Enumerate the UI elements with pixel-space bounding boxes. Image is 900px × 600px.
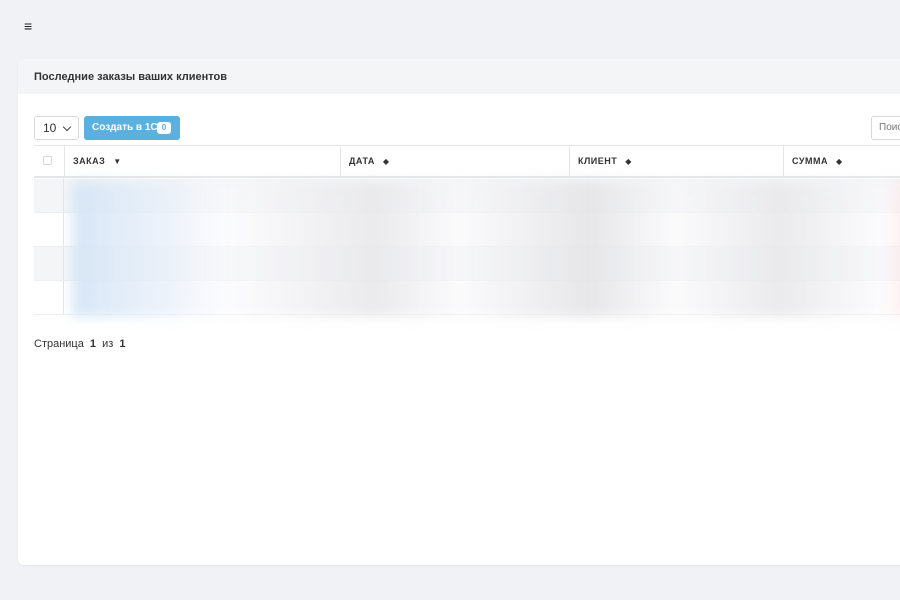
pagination-current: 1 <box>89 338 97 350</box>
chevron-down-icon <box>62 122 72 132</box>
page-length-select[interactable]: 10 <box>34 116 79 140</box>
create-button-label: Создать в 1С <box>92 122 158 133</box>
column-order-label: ЗАКАЗ <box>73 156 106 166</box>
pagination-prefix: Страница <box>34 338 84 350</box>
row-select-cell[interactable] <box>34 213 64 246</box>
top-bar: ≡ <box>0 0 900 52</box>
hamburger-icon[interactable]: ≡ <box>24 18 36 34</box>
row-select-cell[interactable] <box>34 179 64 212</box>
create-in-1c-button[interactable]: Создать в 1С 0 <box>84 116 180 140</box>
create-count-badge: 0 <box>157 122 171 134</box>
column-amount[interactable]: СУММА ◆ <box>783 146 900 177</box>
card-title: Последние заказы ваших клиентов <box>34 71 227 83</box>
sort-icon: ◆ <box>382 157 390 166</box>
redacted-rows-blur <box>72 181 900 317</box>
sort-desc-icon: ▼ <box>113 157 122 166</box>
page-length-value: 10 <box>43 121 57 135</box>
pagination-info: Страница 1 из 1 <box>34 338 129 350</box>
card-header: Последние заказы ваших клиентов <box>18 59 900 94</box>
column-order[interactable]: ЗАКАЗ ▼ <box>64 146 340 177</box>
pagination-total: 1 <box>119 338 126 350</box>
column-date-label: ДАТА <box>349 156 375 166</box>
search-placeholder: Поис <box>879 122 900 133</box>
sort-icon: ◆ <box>625 157 632 166</box>
search-input[interactable]: Поис <box>871 116 900 140</box>
sort-icon: ◆ <box>836 157 843 166</box>
column-client-label: КЛИЕНТ <box>578 156 618 166</box>
pagination-separator: из <box>102 338 114 350</box>
select-all-checkbox[interactable] <box>43 156 52 165</box>
table-header: ЗАКАЗ ▼ ДАТА ◆ КЛИЕНТ ◆ СУММА ◆ <box>34 145 900 178</box>
column-client[interactable]: КЛИЕНТ ◆ <box>569 146 783 177</box>
column-amount-label: СУММА <box>792 156 828 166</box>
row-select-cell[interactable] <box>34 247 64 280</box>
column-date[interactable]: ДАТА ◆ <box>340 146 569 177</box>
select-all-header[interactable] <box>34 146 64 177</box>
row-select-cell[interactable] <box>34 281 64 314</box>
orders-table: ЗАКАЗ ▼ ДАТА ◆ КЛИЕНТ ◆ СУММА ◆ <box>34 145 900 317</box>
recent-orders-card: Последние заказы ваших клиентов 10 Созда… <box>18 59 900 565</box>
